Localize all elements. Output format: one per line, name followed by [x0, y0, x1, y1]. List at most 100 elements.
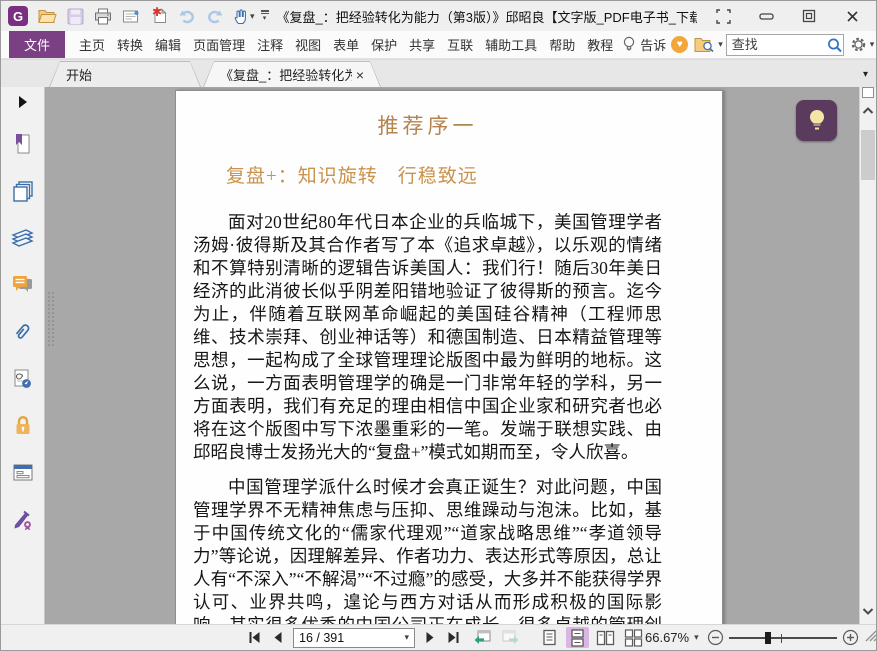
- find-input[interactable]: [726, 37, 826, 52]
- panel-splitter-handle[interactable]: [47, 291, 55, 347]
- close-button[interactable]: [844, 8, 860, 24]
- page-number-caret-icon[interactable]: ▾: [404, 633, 409, 642]
- menu-item-convert[interactable]: 转换: [112, 35, 148, 54]
- scroll-up-icon[interactable]: [861, 103, 875, 118]
- next-page-button[interactable]: [424, 630, 437, 645]
- tell-me-bulb-icon[interactable]: [622, 36, 636, 53]
- ui-mode-button[interactable]: [715, 8, 731, 24]
- resize-grip-icon[interactable]: [865, 630, 876, 645]
- doc-subheading: 复盘+：知识旋转 行稳致远: [226, 166, 478, 187]
- menu-item-organize[interactable]: 页面管理: [188, 35, 250, 54]
- doc-heading: 推荐序一: [377, 114, 478, 138]
- email-button[interactable]: [121, 5, 141, 27]
- sidebar-expand-icon[interactable]: [18, 96, 27, 108]
- page-number-field: ▾: [293, 627, 415, 648]
- single-page-view-button[interactable]: [538, 627, 561, 648]
- menu-item-edit[interactable]: 编辑: [150, 35, 186, 54]
- save-button[interactable]: [65, 5, 85, 27]
- sign-panel-icon[interactable]: [11, 508, 34, 531]
- open-file-button[interactable]: [37, 5, 57, 27]
- tab-list-caret-icon[interactable]: ▾: [863, 69, 868, 80]
- zoom-slider[interactable]: [728, 630, 837, 646]
- menu-item-tutorial[interactable]: 教程: [582, 35, 618, 54]
- split-view-handle[interactable]: [862, 87, 874, 98]
- print-button[interactable]: [93, 5, 113, 27]
- scrollbar-thumb[interactable]: [861, 130, 875, 180]
- next-view-button[interactable]: [501, 629, 520, 646]
- menu-bar: 文件 主页 转换 编辑 页面管理 注释 视图 表单 保护 共享 互联 辅助工具 …: [1, 31, 876, 59]
- menu-file-button[interactable]: 文件: [9, 31, 66, 58]
- svg-text:✱: ✱: [152, 7, 162, 19]
- zoom-level-label[interactable]: 66.67%: [645, 630, 689, 645]
- window-title: 《复盘_：把经验转化为能力（第3版）》邱昭良【文字版_PDF电子书_下载】.pd…: [276, 9, 697, 25]
- document-view[interactable]: 推荐序一 复盘+：知识旋转 行稳致远 面对20世纪80年代日本企业的兵临城下，美…: [45, 87, 859, 624]
- tab-document-label: 《复盘_：把经验转化为...: [220, 68, 345, 83]
- search-icon[interactable]: [826, 37, 843, 53]
- menu-item-share[interactable]: 共享: [404, 35, 440, 54]
- tab-start[interactable]: 开始: [49, 61, 201, 87]
- customize-quick-access-button[interactable]: ▾: [259, 10, 271, 22]
- main-area: 推荐序一 复盘+：知识旋转 行稳致远 面对20世纪80年代日本企业的兵临城下，美…: [1, 87, 876, 624]
- menu-item-home[interactable]: 主页: [74, 35, 110, 54]
- maximize-restore-button[interactable]: [801, 8, 817, 24]
- assistant-bulb-button[interactable]: [796, 100, 837, 141]
- lightbulb-icon: [809, 109, 824, 129]
- foxit-logo-icon: G: [8, 6, 28, 26]
- search-folder-caret-icon[interactable]: ▾: [718, 40, 723, 49]
- menu-item-accessibility[interactable]: 辅助工具: [480, 35, 542, 54]
- zoom-out-button[interactable]: [707, 629, 724, 646]
- pdf-page: 推荐序一 复盘+：知识旋转 行稳致远 面对20世纪80年代日本企业的兵临城下，美…: [175, 90, 723, 624]
- title-bar: G ✱ ▾ ▾ 《复盘_：把经验转化为能力（第3版）》邱昭良【文字版_PDF电子…: [1, 1, 876, 31]
- vertical-scrollbar[interactable]: [859, 87, 876, 624]
- zoom-slider-tick: [780, 633, 783, 643]
- hand-tool-button[interactable]: ▾: [233, 8, 255, 25]
- foxit-reader-window: G ✱ ▾ ▾ 《复盘_：把经验转化为能力（第3版）》邱昭良【文字版_PDF电子…: [0, 0, 877, 651]
- previous-page-button[interactable]: [271, 630, 284, 645]
- settings-gear-icon[interactable]: [850, 36, 867, 53]
- find-box: [725, 33, 844, 56]
- minimize-button[interactable]: [758, 8, 774, 24]
- tab-document[interactable]: 《复盘_：把经验转化为... ×: [203, 61, 381, 87]
- tab-close-icon[interactable]: ×: [356, 68, 364, 82]
- menu-item-comment[interactable]: 注释: [252, 35, 288, 54]
- first-page-button[interactable]: [247, 630, 262, 645]
- document-tab-bar: 开始 《复盘_：把经验转化为... × ▾: [1, 59, 876, 87]
- layers-panel-icon[interactable]: [11, 226, 34, 249]
- security-panel-icon[interactable]: [11, 414, 34, 437]
- doc-paragraph-2: 中国管理学派什么时候才会真正诞生？对此问题，中国管理学界不无精神焦虑与压抑、思维…: [193, 477, 662, 624]
- scroll-down-icon[interactable]: [861, 604, 875, 619]
- bookmarks-panel-icon[interactable]: [11, 132, 34, 155]
- redo-button[interactable]: [205, 5, 225, 27]
- favorite-heart-icon[interactable]: ♥: [671, 36, 689, 53]
- facing-view-button[interactable]: [594, 627, 617, 648]
- navigation-sidebar: [1, 87, 45, 624]
- menu-item-protect[interactable]: 保护: [366, 35, 402, 54]
- zoom-in-button[interactable]: [842, 629, 859, 646]
- continuous-view-button[interactable]: [566, 627, 589, 648]
- menu-item-connect[interactable]: 互联: [442, 35, 478, 54]
- hand-tool-caret-icon[interactable]: ▾: [250, 11, 255, 21]
- tab-start-label: 开始: [66, 68, 93, 83]
- facing-continuous-view-button[interactable]: [622, 627, 645, 648]
- comments-panel-icon[interactable]: [11, 273, 34, 296]
- previous-view-button[interactable]: [473, 629, 492, 646]
- new-document-button[interactable]: ✱: [149, 5, 169, 27]
- zoom-slider-track[interactable]: [728, 637, 837, 639]
- attachments-panel-icon[interactable]: [11, 320, 34, 343]
- menu-item-view[interactable]: 视图: [290, 35, 326, 54]
- zoom-slider-thumb[interactable]: [764, 631, 771, 644]
- doc-paragraph-1: 面对20世纪80年代日本企业的兵临城下，美国管理学者汤姆·彼得斯及其合作者写了本…: [193, 212, 662, 462]
- zoom-caret-icon[interactable]: ▾: [694, 633, 699, 642]
- last-page-button[interactable]: [446, 630, 461, 645]
- page-number-input[interactable]: [299, 630, 403, 645]
- menu-item-form[interactable]: 表单: [328, 35, 364, 54]
- settings-caret-icon[interactable]: ▾: [870, 40, 875, 49]
- tell-me-label[interactable]: 告诉: [640, 35, 666, 54]
- undo-button[interactable]: [177, 5, 197, 27]
- digital-signatures-panel-icon[interactable]: [11, 367, 34, 390]
- search-in-folder-icon[interactable]: [694, 36, 715, 53]
- fields-panel-icon[interactable]: [11, 461, 34, 484]
- menu-item-help[interactable]: 帮助: [544, 35, 580, 54]
- page-thumbnails-panel-icon[interactable]: [11, 179, 34, 202]
- status-bar: ▾: [1, 624, 876, 650]
